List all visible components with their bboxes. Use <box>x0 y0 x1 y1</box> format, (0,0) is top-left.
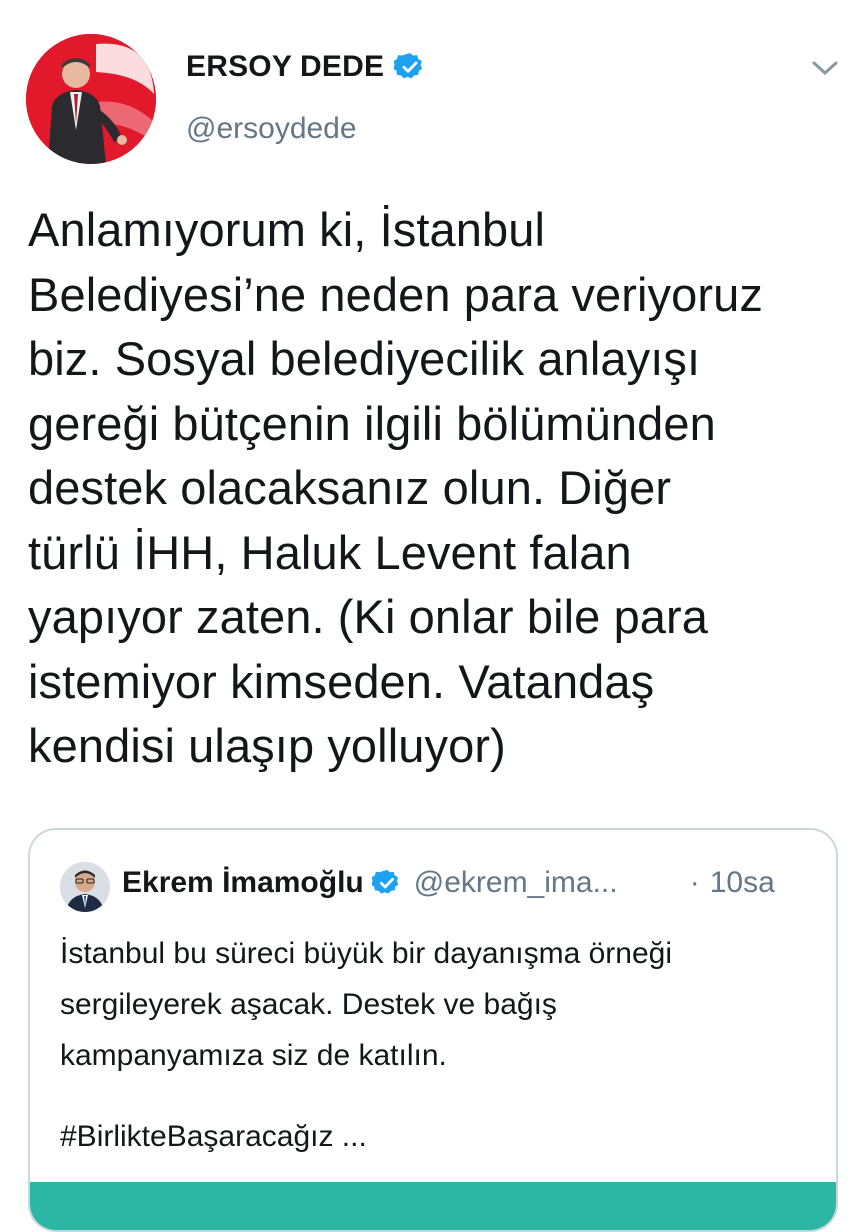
tweet-text-line: türlü İHH, Haluk Levent falan <box>28 525 632 579</box>
avatar[interactable] <box>26 34 156 164</box>
separator-dot: · <box>689 866 700 899</box>
quoted-timestamp[interactable]: 10sa <box>710 866 775 900</box>
tweet-text-line: destek olacaksanız olun. Diğer <box>28 461 672 514</box>
tweet-header: ERSOY DEDE @ersoydede <box>0 0 866 180</box>
user-handle[interactable]: @ersoydede <box>186 112 357 146</box>
avatar-photo <box>26 34 156 164</box>
tweet-text-line: gereği bütçenin ilgili bölümünden <box>28 396 716 450</box>
tweet-text-line: Belediyesi’ne neden para veriyoruz <box>28 267 763 321</box>
quoted-avatar[interactable] <box>60 862 110 912</box>
tweet-text-line: biz. Sosyal belediyecilik anlayışı <box>28 332 701 385</box>
quoted-media-preview[interactable] <box>30 1182 836 1230</box>
quoted-tweet-card[interactable]: Ekrem İmamoğlu @ekrem_ima... · 10sa İsta… <box>28 828 838 1232</box>
name-row: ERSOY DEDE <box>186 50 426 84</box>
quoted-header: Ekrem İmamoğlu @ekrem_ima... · 10sa <box>122 866 775 900</box>
tweet-text-line: kendisi ulaşıp yolluyor) <box>28 719 506 772</box>
quoted-text-line: İstanbul bu süreci büyük bir dayanışma ö… <box>60 937 673 970</box>
verified-badge-icon <box>394 53 423 79</box>
quoted-tweet-text: İstanbul bu süreci büyük bir dayanışma ö… <box>60 928 820 1081</box>
quoted-text-line: kampanyamıza siz de katılın. <box>60 1039 447 1072</box>
tweet-text: Anlamıyorum ki, İstanbul Belediyesi’ne n… <box>28 198 858 779</box>
quoted-avatar-photo <box>60 862 110 912</box>
chevron-down-icon[interactable] <box>808 54 842 82</box>
tweet-text-line: istemiyor kimseden. Vatandaş <box>28 654 655 708</box>
tweet-text-line: Anlamıyorum ki, İstanbul <box>28 203 545 256</box>
tweet-text-line: yapıyor zaten. (Ki onlar bile para <box>28 590 709 643</box>
display-name[interactable]: ERSOY DEDE <box>186 50 384 84</box>
quoted-hashtag[interactable]: #BirlikteBaşaracağız ... <box>60 1120 367 1154</box>
quoted-handle[interactable]: @ekrem_ima... <box>414 866 650 900</box>
quoted-display-name[interactable]: Ekrem İmamoğlu <box>122 866 364 900</box>
quoted-text-line: sergileyerek aşacak. Destek ve bağış <box>60 988 557 1021</box>
verified-badge-icon <box>371 869 399 894</box>
